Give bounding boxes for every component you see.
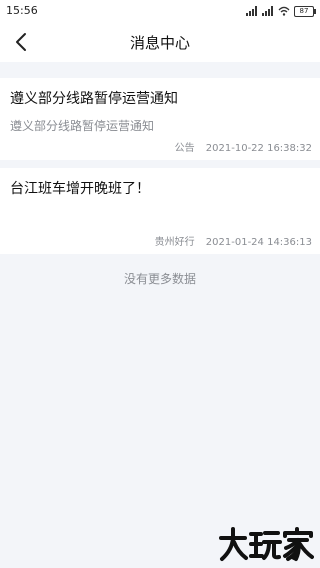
status-time: 15:56 — [6, 4, 38, 17]
message-source: 贵州好行 — [154, 237, 195, 248]
wifi-icon — [278, 6, 290, 16]
header-bar: 消息中心 — [0, 22, 320, 62]
no-more-data-text: 没有更多数据 — [123, 272, 196, 286]
message-title: 遵义部分线路暂停运营通知 — [10, 91, 178, 107]
message-meta: 贵州好行 2021-01-24 14:36:13 — [155, 233, 312, 248]
battery-icon: 87 — [294, 5, 316, 17]
watermark-logo — [219, 527, 314, 561]
status-bar: 15:56 87 — [0, 0, 320, 22]
message-source: 公告 — [174, 143, 195, 154]
message-time: 2021-01-24 14:36:13 — [205, 237, 312, 248]
page-title: 消息中心 — [129, 34, 190, 52]
message-body: 遵义部分线路暂停运营通知 — [10, 119, 155, 133]
signal-icon — [262, 6, 274, 16]
message-card[interactable]: 台江班车增开晚班了！ 贵州好行 2021-01-24 14:36:13 — [0, 168, 320, 254]
message-title: 台江班车增开晚班了！ — [10, 181, 150, 197]
message-card[interactable]: 遵义部分线路暂停运营通知 遵义部分线路暂停运营通知 公告 2021-10-22 … — [0, 78, 320, 160]
signal-icon — [246, 6, 258, 16]
message-meta: 公告 2021-10-22 16:38:32 — [175, 139, 312, 154]
message-time: 2021-10-22 16:38:32 — [205, 143, 312, 154]
status-icons: 87 — [246, 4, 316, 18]
